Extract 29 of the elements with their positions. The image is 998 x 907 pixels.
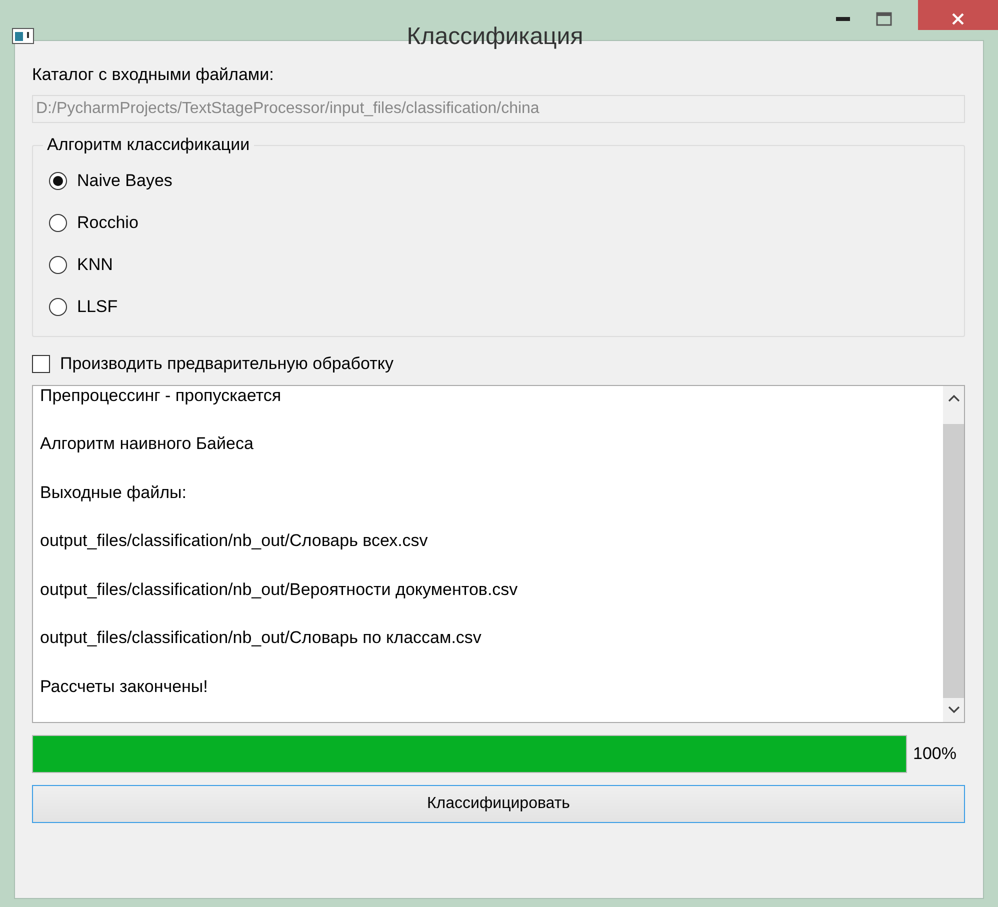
log-line: output_files/classification/nb_out/Словарь по классам.csv (40, 627, 482, 649)
checkbox-label: Производить предварительную обработку (60, 354, 394, 374)
close-icon (951, 12, 965, 26)
scroll-down-icon[interactable] (948, 706, 960, 714)
directory-label: Каталог с входными файлами: (32, 65, 275, 85)
scroll-thumb[interactable] (943, 424, 964, 698)
radio-button[interactable] (49, 298, 67, 316)
log-line: Рассчеты закончены! (40, 676, 209, 698)
log-line: output_files/classification/nb_out/Вероятности документов.csv (40, 578, 519, 600)
group-title: Алгоритм классификации (43, 135, 254, 155)
radio-button[interactable] (49, 214, 67, 232)
log-line: Препроцессинг - пропускается (40, 386, 282, 407)
radio-button[interactable] (49, 172, 67, 190)
progress-reading: 100% (913, 744, 958, 764)
checkbox[interactable] (32, 355, 50, 373)
classify-button[interactable]: Классифицировать (32, 785, 965, 823)
app-icon (12, 28, 34, 44)
log-line: output_files/classification/nb_out/Словарь всех.csv (40, 530, 429, 552)
scrollbar[interactable] (943, 386, 964, 722)
scroll-up-icon[interactable] (948, 394, 960, 402)
radio-label: Rocchio (77, 213, 138, 233)
radio-label: LLSF (77, 297, 118, 317)
window-title: Классификация (406, 23, 584, 51)
radio-label: KNN (77, 255, 113, 275)
log-line: Алгоритм наивного Байеса (40, 433, 254, 455)
log-line: Выходные файлы: (40, 482, 188, 504)
maximize-icon[interactable] (876, 12, 892, 26)
radio-label: Naive Bayes (77, 171, 172, 191)
radio-button[interactable] (49, 256, 67, 274)
